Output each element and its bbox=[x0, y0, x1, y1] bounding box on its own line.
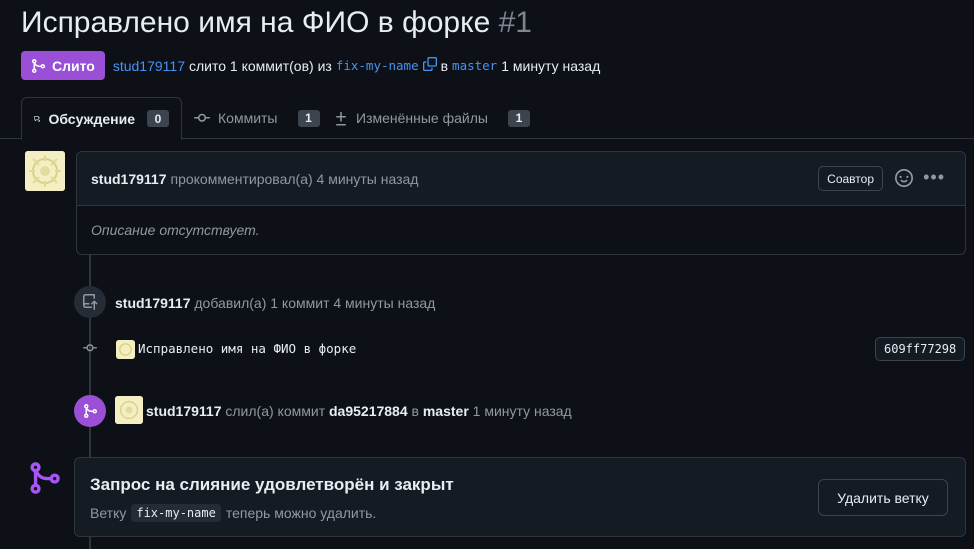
comment-author[interactable]: stud179117 bbox=[91, 171, 167, 187]
tab-conversation-label: Обсуждение bbox=[48, 110, 135, 127]
merged-text: слито 1 коммит(ов) из bbox=[188, 57, 332, 74]
avatar[interactable] bbox=[116, 340, 135, 359]
merge-event-badge bbox=[74, 395, 106, 427]
head-branch-link[interactable]: fix-my-name bbox=[336, 58, 419, 73]
comment-action: прокомментировал(а) 4 минуты назад bbox=[170, 170, 419, 187]
merge-sha-link[interactable]: da95217884 bbox=[329, 403, 408, 419]
smiley-icon[interactable] bbox=[895, 169, 913, 190]
tab-conversation[interactable]: Обсуждение 0 bbox=[21, 97, 182, 140]
role-badge: Соавтор bbox=[818, 166, 883, 191]
commit-sha-button[interactable]: 609ff77298 bbox=[875, 337, 966, 361]
pr-author-link[interactable]: stud179117 bbox=[113, 58, 185, 74]
pr-number: #1 bbox=[498, 6, 532, 39]
merge-branch-link[interactable]: master bbox=[423, 403, 469, 419]
pr-time: 1 минуту назад bbox=[501, 57, 601, 74]
merged-description: Ветку fix-my-name теперь можно удалить. bbox=[90, 504, 376, 522]
merge-time: 1 минуту назад bbox=[472, 403, 572, 419]
delete-branch-button[interactable]: Удалить ветку bbox=[818, 479, 948, 516]
comment-header: stud179117 прокомментировал(а) 4 минуты … bbox=[77, 152, 965, 206]
merge-author[interactable]: stud179117 bbox=[146, 403, 222, 419]
git-merge-icon bbox=[84, 404, 98, 418]
branch-name-chip: fix-my-name bbox=[131, 504, 221, 522]
pr-description-comment: stud179117 прокомментировал(а) 4 минуты … bbox=[76, 151, 966, 255]
copy-icon[interactable] bbox=[422, 57, 437, 74]
push-event-badge bbox=[74, 286, 106, 318]
comment-body: Описание отсутствует. bbox=[91, 222, 260, 238]
git-commit-icon bbox=[194, 113, 210, 122]
file-diff-icon bbox=[336, 112, 346, 126]
git-commit-icon bbox=[83, 341, 97, 355]
push-event-text: stud179117 добавил(а) 1 коммит 4 минуты … bbox=[115, 295, 435, 311]
state-label: Слито bbox=[52, 57, 95, 74]
merged-title: Запрос на слияние удовлетворён и закрыт bbox=[90, 475, 454, 494]
page-title: Исправлено имя на ФИО в форке #1 bbox=[21, 6, 532, 40]
tab-files-changed[interactable]: Изменённые файлы 1 bbox=[322, 97, 542, 139]
base-branch-link[interactable]: master bbox=[452, 58, 497, 73]
push-author[interactable]: stud179117 bbox=[115, 295, 191, 311]
commit-message-link[interactable]: Исправлено имя на ФИО в форке bbox=[138, 341, 356, 356]
git-merge-icon bbox=[26, 460, 62, 499]
pr-meta: Слито stud179117 слито 1 коммит(ов) из f… bbox=[21, 51, 600, 80]
push-text: добавил(а) 1 коммит 4 минуты назад bbox=[194, 295, 436, 311]
git-merge-icon bbox=[32, 58, 46, 73]
into-word: в bbox=[440, 57, 449, 74]
kebab-menu-icon[interactable]: ••• bbox=[923, 167, 945, 188]
merged-desc-suffix: теперь можно удалить. bbox=[225, 505, 377, 521]
merged-status-box: Запрос на слияние удовлетворён и закрыт … bbox=[74, 457, 966, 537]
tab-commits-label: Коммиты bbox=[218, 110, 278, 126]
tab-commits[interactable]: Коммиты 1 bbox=[182, 97, 332, 139]
pr-tabs: Обсуждение 0 Коммиты 1 Изменённые файлы … bbox=[0, 97, 974, 140]
avatar[interactable] bbox=[25, 151, 65, 191]
merged-desc-prefix: Ветку bbox=[90, 505, 127, 521]
tab-conversation-count: 0 bbox=[147, 110, 169, 127]
pr-title-text: Исправлено имя на ФИО в форке bbox=[21, 6, 491, 39]
tab-files-label: Изменённые файлы bbox=[356, 110, 488, 126]
merge-text2: в bbox=[411, 403, 419, 419]
tab-commits-count: 1 bbox=[297, 109, 320, 127]
tab-files-count: 1 bbox=[507, 109, 530, 127]
avatar[interactable] bbox=[115, 396, 143, 424]
repo-push-icon bbox=[83, 294, 98, 310]
comment-discussion-icon bbox=[34, 115, 41, 122]
merged-state-badge: Слито bbox=[21, 51, 105, 80]
merge-event-text: stud179117 слил(а) коммит da95217884 в m… bbox=[146, 403, 572, 419]
merge-text1: слил(а) коммит bbox=[225, 403, 326, 419]
